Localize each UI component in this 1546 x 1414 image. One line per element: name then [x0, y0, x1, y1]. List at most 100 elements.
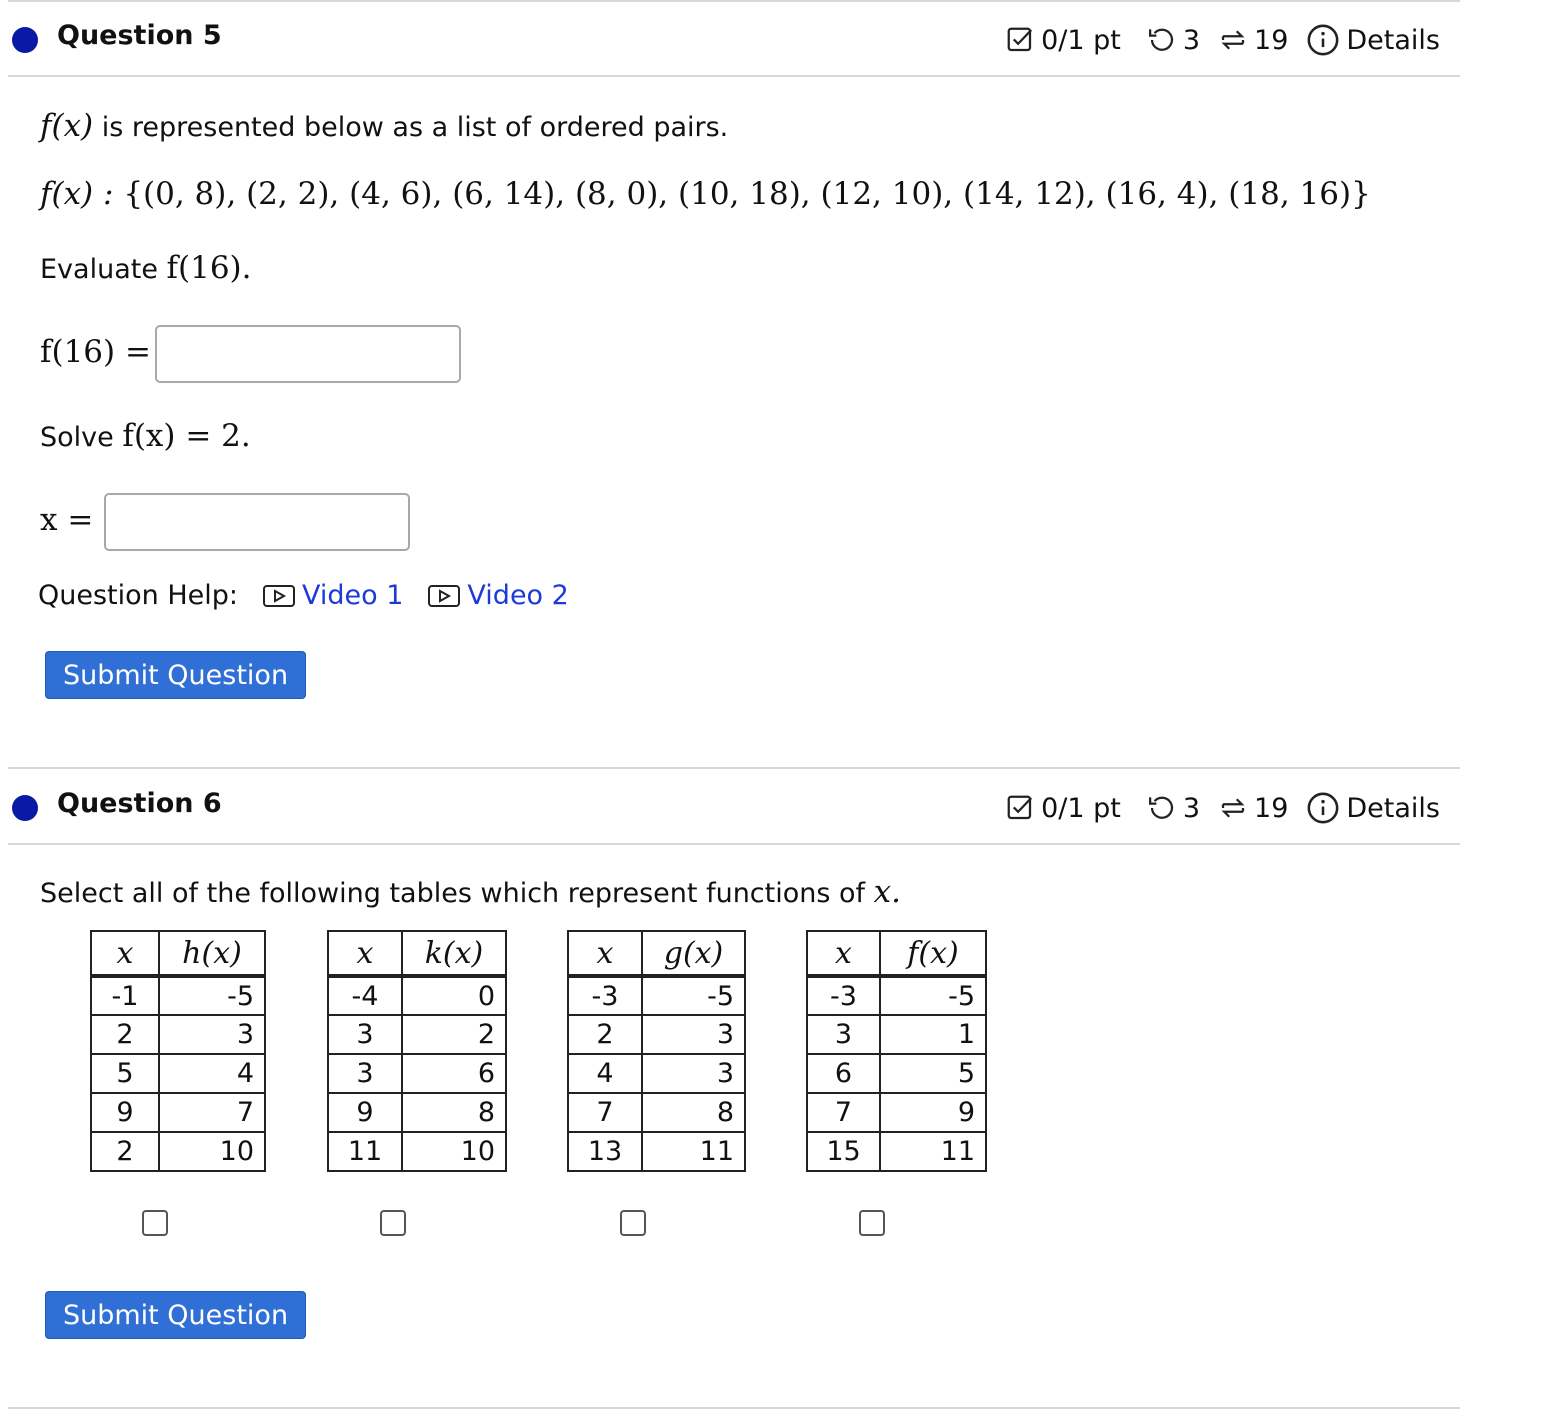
cell-y: 8: [641, 1092, 746, 1133]
details-toggle[interactable]: Details: [1306, 23, 1440, 57]
cell-y: 3: [641, 1014, 746, 1055]
cell-x: 3: [806, 1014, 881, 1055]
question-5-header: Question 5 0/1 pt 3 19 Details: [0, 15, 1460, 75]
attempts-icon: [1221, 30, 1245, 50]
table-header-x: x: [327, 930, 403, 978]
attempts-icon: [1221, 798, 1245, 818]
cell-x: -3: [567, 975, 643, 1016]
attempts-count: 19: [1254, 792, 1289, 824]
cell-y: 10: [158, 1131, 266, 1172]
table-row: -3 -5: [806, 975, 987, 1016]
retries-count: 3: [1182, 792, 1201, 824]
cell-y: 10: [401, 1131, 507, 1172]
help-label: Question Help:: [38, 580, 238, 611]
question-help: Question Help: Video 1 Video 2: [38, 580, 569, 611]
checkbox-table-k[interactable]: [380, 1210, 406, 1236]
details-toggle[interactable]: Details: [1306, 791, 1440, 825]
evaluate-prompt: Evaluate f(16).: [40, 250, 252, 286]
question-6-header: Question 6 0/1 pt 3 19 Details: [0, 783, 1460, 843]
question-meta: 0/1 pt 3 19 Details: [1005, 23, 1440, 57]
cell-y: 2: [401, 1014, 507, 1055]
video-2-link[interactable]: Video 2: [427, 580, 569, 611]
cell-y: -5: [879, 975, 987, 1016]
cell-x: -1: [90, 975, 160, 1016]
question-6-top-divider: [8, 767, 1460, 769]
top-divider: [8, 0, 1460, 2]
question-status-dot: [12, 795, 38, 821]
question-title: Question 6: [57, 788, 222, 819]
q6-prompt-math: x.: [873, 874, 901, 910]
checkbox-score-icon: [1007, 27, 1033, 52]
table-f: x f(x) -3 -5 31 65 79 15 11: [806, 930, 987, 1172]
submit-question-5-button[interactable]: Submit Question: [45, 651, 306, 699]
table-row: 23: [567, 1014, 746, 1055]
cell-x: 3: [327, 1014, 403, 1055]
table-row: 11 10: [327, 1131, 507, 1172]
submit-question-6-button[interactable]: Submit Question: [45, 1291, 306, 1339]
table-row: 54: [90, 1053, 266, 1094]
table-header-y: h(x): [158, 930, 266, 978]
table-row: 15 11: [806, 1131, 987, 1172]
table-row: 43: [567, 1053, 746, 1094]
cell-y: 7: [158, 1092, 266, 1133]
question-5-header-divider: [8, 75, 1460, 77]
attempts: 19: [1218, 25, 1288, 56]
f16-answer-input[interactable]: [155, 325, 461, 383]
table-row: 98: [327, 1092, 507, 1133]
q6-prompt-text: Select all of the following tables which…: [40, 878, 874, 909]
score: 0/1 pt: [1005, 793, 1121, 824]
table-row: 32: [327, 1014, 507, 1055]
video-1-link[interactable]: Video 1: [262, 580, 403, 611]
table-row: 97: [90, 1092, 266, 1133]
cell-y: 1: [879, 1014, 987, 1055]
f16-label: f(16) =: [40, 334, 151, 370]
q6-prompt: Select all of the following tables which…: [40, 874, 901, 910]
cell-x: 6: [806, 1053, 881, 1094]
evaluate-text: Evaluate: [40, 254, 167, 285]
info-icon: [1307, 24, 1339, 56]
cell-x: -4: [327, 975, 403, 1016]
retries: 3: [1147, 25, 1200, 56]
cell-y: -5: [158, 975, 266, 1016]
table-header-y: k(x): [401, 930, 507, 978]
details-label: Details: [1346, 792, 1440, 824]
checkbox-table-h[interactable]: [142, 1210, 168, 1236]
table-row: -4 0: [327, 975, 507, 1016]
table-h: x h(x) -1 -5 23 54 97 2 10: [90, 930, 266, 1172]
cell-x: 15: [806, 1131, 881, 1172]
x-label: x =: [40, 502, 94, 538]
score: 0/1 pt: [1005, 25, 1121, 56]
cell-x: 7: [806, 1092, 881, 1133]
question-6-header-divider: [8, 843, 1460, 845]
checkbox-table-g[interactable]: [620, 1210, 646, 1236]
cell-y: 6: [401, 1053, 507, 1094]
table-k: x k(x) -4 0 32 36 98 11 10: [327, 930, 507, 1172]
table-header-x: x: [806, 930, 881, 978]
retry-icon: [1148, 28, 1173, 51]
question-status-dot: [12, 27, 38, 53]
bottom-divider: [8, 1407, 1460, 1409]
cell-x: 13: [567, 1131, 643, 1172]
cell-y: 5: [879, 1053, 987, 1094]
pairs-label: f(x) :: [40, 176, 124, 212]
cell-x: 2: [567, 1014, 643, 1055]
attempts: 19: [1218, 793, 1288, 824]
details-label: Details: [1346, 24, 1440, 56]
cell-x: 2: [90, 1131, 160, 1172]
solve-math: f(x) = 2.: [122, 418, 251, 454]
checkbox-table-f[interactable]: [859, 1210, 885, 1236]
solve-text: Solve: [40, 422, 123, 453]
video-icon: [263, 584, 295, 607]
intro-fx: f(x): [40, 108, 94, 144]
cell-x: 4: [567, 1053, 643, 1094]
x-answer-input[interactable]: [104, 493, 410, 551]
cell-y: 4: [158, 1053, 266, 1094]
table-header-x: x: [90, 930, 160, 978]
cell-y: 3: [158, 1014, 266, 1055]
points-text: 0/1 pt: [1041, 24, 1121, 56]
table-row: -1 -5: [90, 975, 266, 1016]
cell-x: 9: [90, 1092, 160, 1133]
table-row: 13 11: [567, 1131, 746, 1172]
table-row: 79: [806, 1092, 987, 1133]
table-row: 31: [806, 1014, 987, 1055]
